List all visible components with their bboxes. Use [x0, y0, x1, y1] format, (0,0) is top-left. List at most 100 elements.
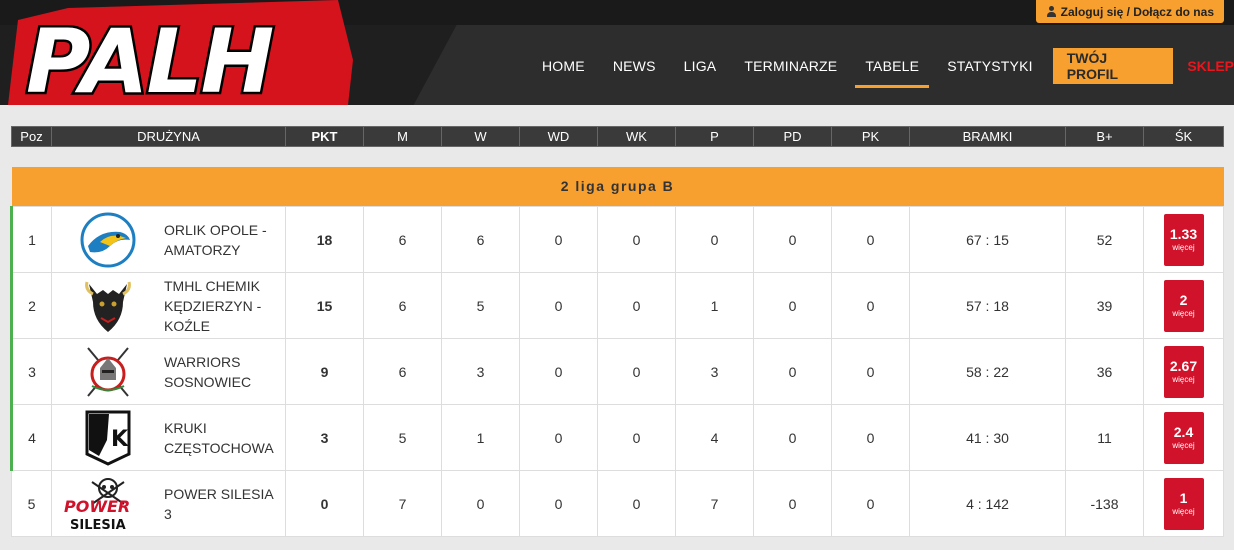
- sk-badge[interactable]: 1 więcej: [1163, 477, 1204, 530]
- warriors-logo[interactable]: [52, 340, 164, 404]
- team-name[interactable]: WARRIORS SOSNOWIEC: [164, 352, 285, 392]
- cell-pd: 0: [753, 272, 832, 339]
- cell-bplus: 11: [1065, 404, 1144, 471]
- cell-wd: 0: [519, 206, 598, 273]
- shop-link[interactable]: SKLEP: [1187, 58, 1234, 74]
- cell-sk: 1.33 więcej: [1143, 206, 1224, 273]
- chemik-logo[interactable]: [52, 274, 164, 338]
- cell-pk: 0: [831, 470, 910, 537]
- login-label: Zaloguj się / Dołącz do nas: [1060, 4, 1214, 19]
- col-pk[interactable]: PK: [831, 126, 910, 147]
- table-row: 4 K KRUKI CZĘSTOCHOWA 3 5 1 0 0 4 0 0 41…: [10, 404, 1224, 471]
- cell-sk: 1 więcej: [1143, 470, 1224, 537]
- team-name[interactable]: POWER SILESIA 3: [164, 484, 285, 524]
- sk-more-label: więcej: [1172, 507, 1195, 516]
- cell-bplus: 39: [1065, 272, 1144, 339]
- cell-p: 4: [675, 404, 754, 471]
- col-bplus[interactable]: B+: [1065, 126, 1144, 147]
- cell-pkt: 3: [285, 404, 364, 471]
- sk-badge[interactable]: 1.33 więcej: [1163, 213, 1204, 266]
- cell-pd: 0: [753, 404, 832, 471]
- standings-table: Poz DRUŻYNA PKT M W WD WK P PD PK BRAMKI…: [10, 126, 1224, 537]
- profile-button[interactable]: TWÓJ PROFIL: [1052, 48, 1174, 84]
- orlik-logo[interactable]: [52, 208, 164, 272]
- cell-m: 6: [363, 338, 442, 405]
- col-wd[interactable]: WD: [519, 126, 598, 147]
- cell-w: 1: [441, 404, 520, 471]
- nav-tabele[interactable]: TABELE: [851, 44, 933, 88]
- login-button[interactable]: Zaloguj się / Dołącz do nas: [1035, 0, 1224, 23]
- nav-news[interactable]: NEWS: [599, 44, 670, 88]
- table-row: 2 TMHL CHEMIK KĘDZIERZYN - KOŹLE 15 6 5 …: [10, 272, 1224, 339]
- svg-text:SILESIA: SILESIA: [70, 518, 126, 533]
- cell-bramki: 41 : 30: [909, 404, 1066, 471]
- cell-wk: 0: [597, 338, 676, 405]
- sk-more-label: więcej: [1172, 375, 1195, 384]
- cell-sk: 2 więcej: [1143, 272, 1224, 339]
- col-wk[interactable]: WK: [597, 126, 676, 147]
- user-icon: [1046, 6, 1057, 17]
- power-silesia-logo[interactable]: POWER SILESIA: [52, 472, 164, 536]
- col-druzyna[interactable]: DRUŻYNA: [51, 126, 286, 147]
- cell-w: 6: [441, 206, 520, 273]
- cell-p: 0: [675, 206, 754, 273]
- group-title: 2 liga grupa B: [11, 166, 1224, 207]
- cell-bplus: 36: [1065, 338, 1144, 405]
- sk-badge[interactable]: 2 więcej: [1163, 279, 1204, 332]
- kruki-logo[interactable]: K: [52, 406, 164, 470]
- cell-pd: 0: [753, 206, 832, 273]
- nav-statystyki[interactable]: STATYSTYKI: [933, 44, 1047, 88]
- col-sk[interactable]: ŚK: [1143, 126, 1224, 147]
- site-header: PALH Zaloguj się / Dołącz do nas HOME NE…: [0, 0, 1234, 105]
- nav-liga[interactable]: LIGA: [670, 44, 731, 88]
- svg-text:PALH: PALH: [26, 10, 273, 105]
- nav-terminarze[interactable]: TERMINARZE: [730, 44, 851, 88]
- cell-p: 7: [675, 470, 754, 537]
- cell-pk: 0: [831, 272, 910, 339]
- cell-pd: 0: [753, 338, 832, 405]
- sk-badge[interactable]: 2.4 więcej: [1163, 411, 1204, 464]
- col-bramki[interactable]: BRAMKI: [909, 126, 1066, 147]
- table-row: 3 WARRIORS SOSNOWIEC 9 6 3 0 0 3 0 0 58 …: [10, 338, 1224, 405]
- cell-wd: 0: [519, 338, 598, 405]
- cell-poz: 3: [10, 338, 52, 405]
- table-row: 5 POWER SILESIA POWER SILESIA 3 0 7 0 0 0…: [11, 470, 1224, 537]
- palh-logo[interactable]: PALH: [8, 0, 358, 105]
- sk-more-label: więcej: [1172, 243, 1195, 252]
- sk-more-label: więcej: [1172, 441, 1195, 450]
- cell-poz: 4: [10, 404, 52, 471]
- cell-pk: 0: [831, 404, 910, 471]
- cell-pkt: 0: [285, 470, 364, 537]
- cell-m: 7: [363, 470, 442, 537]
- sk-value: 1.33: [1169, 226, 1198, 242]
- col-p[interactable]: P: [675, 126, 754, 147]
- table-row: 1 ORLIK OPOLE - AMATORZY 18 6 6 0 0 0 0 …: [10, 206, 1224, 273]
- col-pkt[interactable]: PKT: [285, 126, 364, 147]
- team-name[interactable]: KRUKI CZĘSTOCHOWA: [164, 418, 285, 458]
- col-w[interactable]: W: [441, 126, 520, 147]
- cell-poz: 2: [10, 272, 52, 339]
- sk-value: 2.67: [1169, 358, 1198, 374]
- cell-wd: 0: [519, 470, 598, 537]
- col-pd[interactable]: PD: [753, 126, 832, 147]
- cell-wk: 0: [597, 470, 676, 537]
- cell-w: 5: [441, 272, 520, 339]
- cell-team: WARRIORS SOSNOWIEC: [51, 338, 286, 405]
- cell-bramki: 58 : 22: [909, 338, 1066, 405]
- team-name[interactable]: ORLIK OPOLE - AMATORZY: [164, 220, 285, 260]
- cell-p: 3: [675, 338, 754, 405]
- sk-value: 2: [1179, 292, 1188, 308]
- cell-wk: 0: [597, 404, 676, 471]
- cell-pkt: 9: [285, 338, 364, 405]
- svg-text:K: K: [111, 427, 129, 452]
- cell-wd: 0: [519, 272, 598, 339]
- col-poz[interactable]: Poz: [11, 126, 52, 147]
- cell-pd: 0: [753, 470, 832, 537]
- cell-w: 0: [441, 470, 520, 537]
- cell-bplus: 52: [1065, 206, 1144, 273]
- nav-home[interactable]: HOME: [528, 44, 599, 88]
- col-m[interactable]: M: [363, 126, 442, 147]
- sk-badge[interactable]: 2.67 więcej: [1163, 345, 1204, 398]
- table-header-row: Poz DRUŻYNA PKT M W WD WK P PD PK BRAMKI…: [11, 126, 1224, 147]
- team-name[interactable]: TMHL CHEMIK KĘDZIERZYN - KOŹLE: [164, 276, 285, 336]
